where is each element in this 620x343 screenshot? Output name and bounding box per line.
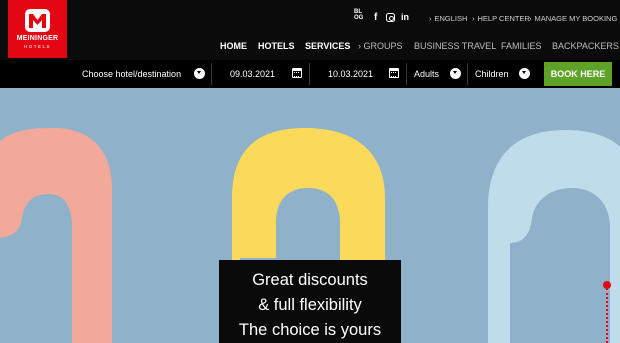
adults-select[interactable]: Adults bbox=[414, 60, 439, 88]
instagram-icon[interactable] bbox=[386, 13, 395, 22]
calendar-icon[interactable] bbox=[292, 68, 302, 78]
hero-banner: Great discounts & full flexibility The c… bbox=[0, 88, 620, 343]
chevron-right-icon: › bbox=[472, 14, 475, 23]
manage-booking-link[interactable]: › MANAGE MY BOOKING bbox=[529, 14, 617, 23]
checkout-date-field[interactable]: 10.03.2021 bbox=[328, 60, 373, 88]
linkedin-icon[interactable]: in bbox=[401, 12, 409, 22]
divider bbox=[309, 63, 310, 85]
logo-subtext: HOTELS bbox=[23, 44, 51, 49]
blog-link[interactable]: BLOG bbox=[354, 9, 364, 21]
chevron-down-icon[interactable] bbox=[450, 68, 461, 79]
children-select[interactable]: Children bbox=[475, 60, 509, 88]
divider bbox=[406, 63, 407, 85]
promo-line-3: The choice is yours bbox=[238, 321, 382, 339]
pink-door-hanger bbox=[0, 128, 112, 343]
nav-hotels[interactable]: HOTELS bbox=[258, 41, 295, 51]
booking-bar: Choose hotel/destination 09.03.2021 10.0… bbox=[0, 60, 620, 88]
nav-families[interactable]: FAMILIES bbox=[501, 41, 542, 51]
slide-indicator-track bbox=[606, 288, 608, 343]
chevron-down-icon[interactable] bbox=[194, 68, 205, 79]
promo-line-1: Great discounts bbox=[252, 271, 368, 289]
promo-box: Great discounts & full flexibility The c… bbox=[219, 260, 401, 343]
chevron-right-icon: › bbox=[529, 14, 532, 23]
help-center-link[interactable]: › HELP CENTER bbox=[472, 14, 530, 23]
nav-business-travel[interactable]: BUSINESS TRAVEL bbox=[414, 41, 496, 51]
nav-home[interactable]: HOME bbox=[220, 41, 247, 51]
logo-text: MEININGER bbox=[16, 35, 59, 42]
chevron-right-icon: › bbox=[429, 14, 432, 23]
nav-services[interactable]: SERVICES bbox=[305, 41, 350, 51]
calendar-icon[interactable] bbox=[389, 68, 399, 78]
blue-door-hanger bbox=[488, 130, 620, 343]
chevron-down-icon[interactable] bbox=[519, 68, 530, 79]
logo-m-icon bbox=[25, 9, 50, 32]
language-link[interactable]: › ENGLISH bbox=[429, 14, 467, 23]
site-header: MEININGER HOTELS BLOG f in › ENGLISH › HEL… bbox=[0, 0, 620, 60]
nav-backpackers[interactable]: BACKPACKERS bbox=[552, 41, 619, 51]
nav-groups[interactable]: › GROUPS bbox=[358, 41, 403, 51]
divider bbox=[211, 63, 212, 85]
facebook-icon[interactable]: f bbox=[374, 12, 377, 23]
book-here-button[interactable]: BOOK HERE bbox=[544, 62, 612, 86]
promo-line-2: & full flexibility bbox=[258, 296, 362, 314]
checkin-date-field[interactable]: 09.03.2021 bbox=[230, 60, 275, 88]
meininger-logo[interactable]: MEININGER HOTELS bbox=[8, 0, 67, 58]
divider bbox=[467, 63, 468, 85]
destination-select[interactable]: Choose hotel/destination bbox=[82, 60, 181, 88]
